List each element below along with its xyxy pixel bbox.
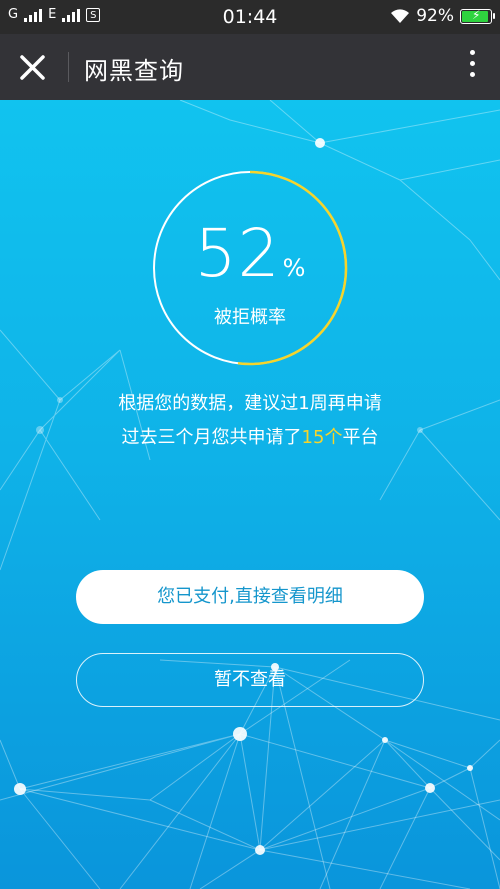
gauge-label: 被拒概率	[214, 307, 286, 328]
close-button[interactable]	[14, 49, 52, 87]
gauge-value: 52	[194, 215, 281, 292]
application-count-suffix: 平台	[342, 427, 379, 448]
title-divider	[68, 52, 69, 82]
status-right: 92% ⚡	[390, 6, 495, 26]
page-title: 网黑查询	[84, 57, 184, 85]
title-bar: 网黑查询	[0, 34, 500, 100]
more-dot-icon	[469, 50, 475, 55]
status-bar: G E S 01:44 92% ⚡	[0, 0, 500, 34]
advice-text: 根据您的数据，建议过1周再申请	[118, 393, 382, 414]
application-count-text: 过去三个月您共申请了15个平台	[0, 423, 500, 449]
gauge-percentage: 52%	[150, 215, 350, 292]
application-count-value: 15个	[301, 427, 343, 448]
more-dot-icon	[469, 72, 475, 77]
gauge-unit: %	[282, 254, 306, 282]
skip-view-button[interactable]: 暂不查看	[76, 653, 424, 707]
application-count-prefix: 过去三个月您共申请了	[121, 427, 302, 448]
close-icon	[20, 55, 45, 80]
main-content: 52% 被拒概率 根据您的数据，建议过1周再申请 过去三个月您共申请了15个平台…	[0, 100, 500, 889]
more-menu-button[interactable]	[466, 50, 478, 84]
battery-percent: 92%	[416, 6, 454, 26]
wifi-icon	[391, 9, 410, 23]
view-details-button[interactable]: 您已支付,直接查看明细	[76, 570, 424, 624]
battery-icon: ⚡	[460, 8, 495, 24]
more-dot-icon	[469, 61, 475, 66]
